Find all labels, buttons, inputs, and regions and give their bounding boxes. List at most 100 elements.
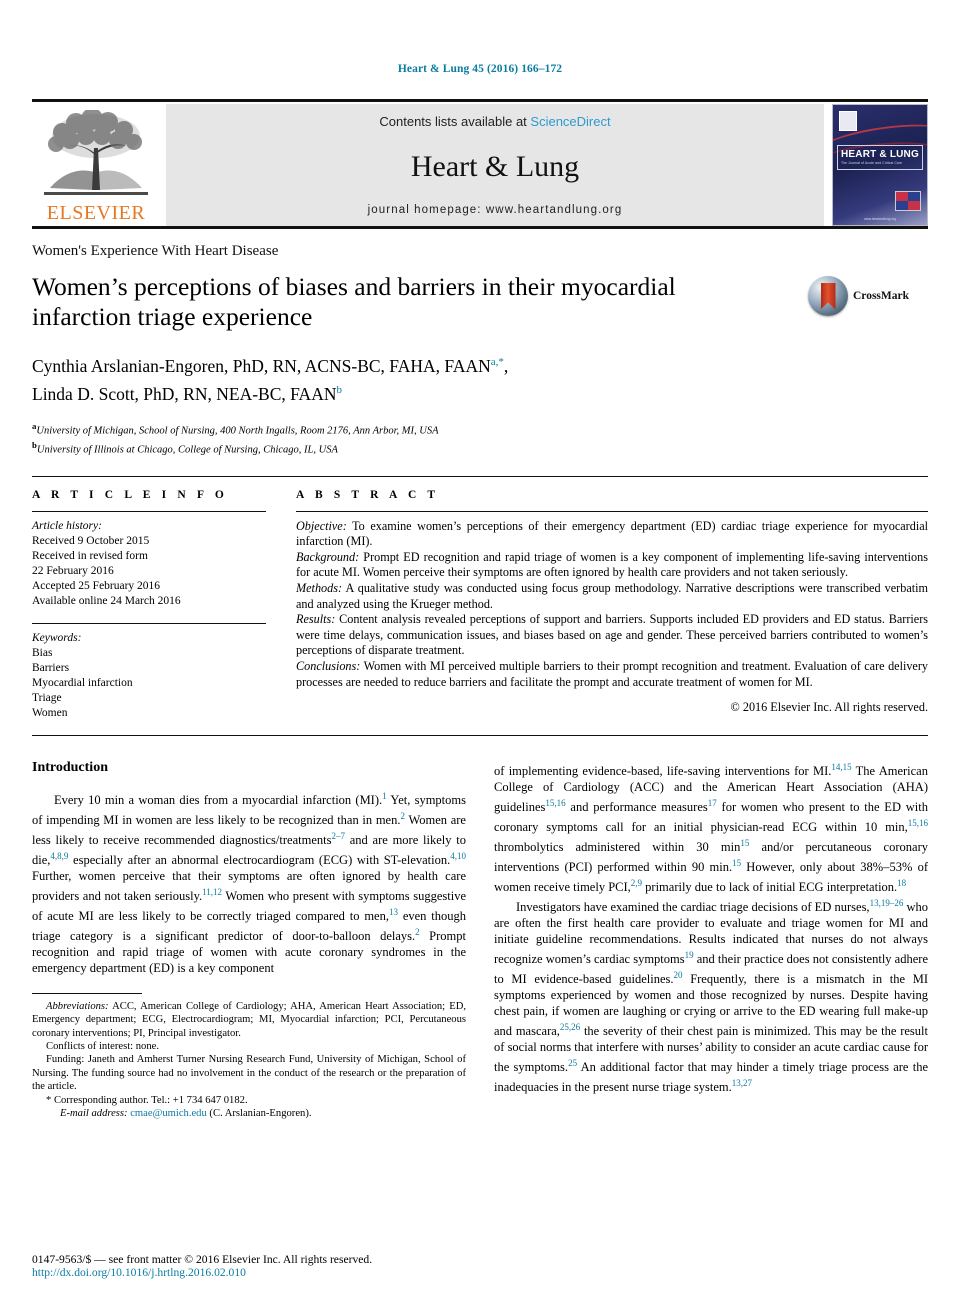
crossmark-label: CrossMark bbox=[853, 290, 910, 302]
keyword-item: Myocardial infarction bbox=[32, 676, 133, 689]
reference-marker[interactable]: 15 bbox=[740, 838, 749, 848]
article-history-title: Article history: bbox=[32, 519, 102, 532]
affiliation-a-text: University of Michigan, School of Nursin… bbox=[36, 425, 439, 437]
crossmark-badge[interactable]: CrossMark bbox=[808, 272, 928, 316]
body-columns: Introduction Every 10 min a woman dies f… bbox=[32, 760, 928, 1121]
info-abstract-band: A R T I C L E I N F O Article history: R… bbox=[32, 475, 928, 736]
keywords-title: Keywords: bbox=[32, 631, 82, 644]
abstract-section: Conclusions: Women with MI perceived mul… bbox=[296, 659, 928, 690]
reference-marker[interactable]: 13,27 bbox=[732, 1078, 752, 1088]
footnote-rule bbox=[32, 992, 142, 994]
abbreviations-label: Abbreviations: bbox=[46, 1000, 109, 1012]
body-paragraph: of implementing evidence-based, life-sav… bbox=[494, 761, 928, 895]
reference-marker[interactable]: 4,8,9 bbox=[50, 851, 68, 861]
keyword-item: Barriers bbox=[32, 661, 70, 674]
author-2-marks: b bbox=[336, 383, 342, 396]
reference-marker[interactable]: 14,15 bbox=[831, 762, 851, 772]
cover-journal-title: HEART & LUNG bbox=[841, 149, 919, 160]
email-label: E-mail address: bbox=[60, 1108, 128, 1120]
affiliation-b-text: University of Illinois at Chicago, Colle… bbox=[36, 444, 338, 456]
footnote-funding: Funding: Janeth and Amherst Turner Nursi… bbox=[32, 1054, 466, 1093]
page-footer: 0147-9563/$ — see front matter © 2016 El… bbox=[32, 1253, 372, 1279]
footnote-abbreviations: Abbreviations: ACC, American College of … bbox=[32, 1000, 466, 1040]
article-section-label: Women's Experience With Heart Disease bbox=[32, 243, 279, 259]
footnote-corresponding: * Corresponding author. Tel.: +1 734 647… bbox=[46, 1094, 248, 1106]
keyword-item: Triage bbox=[32, 691, 62, 704]
article-page: Heart & Lung 45 (2016) 166–172 ELSEVIER … bbox=[0, 0, 960, 1305]
abstract-section-head: Conclusions: bbox=[296, 659, 361, 673]
footnote-email: E-mail address: cmae@umich.edu (C. Arsla… bbox=[32, 1107, 466, 1120]
affiliation-b: bUniversity of Illinois at Chicago, Coll… bbox=[32, 438, 794, 458]
cover-emblem-icon bbox=[895, 191, 921, 211]
abstract-section-head: Methods: bbox=[296, 581, 343, 596]
abstract-section-text: A qualitative study was conducted using … bbox=[296, 581, 928, 611]
reference-marker[interactable]: 17 bbox=[708, 798, 717, 808]
reference-marker[interactable]: 2–7 bbox=[331, 831, 345, 841]
reference-marker[interactable]: 15 bbox=[732, 858, 741, 868]
reference-marker[interactable]: 1 bbox=[382, 791, 387, 801]
body-paragraph: Every 10 min a woman dies from a myocard… bbox=[32, 790, 467, 975]
running-head: Heart & Lung 45 (2016) 166–172 bbox=[397, 63, 563, 75]
keywords-rule bbox=[32, 622, 266, 624]
history-item: Available online 24 March 2016 bbox=[32, 594, 181, 607]
author-1-trailing: , bbox=[503, 355, 509, 376]
abstract-section-head: Objective: bbox=[296, 518, 347, 533]
abstract-section-head: Results: bbox=[296, 612, 336, 627]
author-1-marks: a,* bbox=[490, 356, 504, 368]
abstract-copyright: © 2016 Elsevier Inc. All rights reserved… bbox=[730, 700, 928, 715]
history-item: Received in revised form bbox=[32, 549, 148, 562]
history-item: Accepted 25 February 2016 bbox=[32, 579, 161, 592]
journal-title: Heart & Lung bbox=[410, 149, 580, 183]
author-1: Cynthia Arslanian-Engoren, PhD, RN, ACNS… bbox=[32, 355, 491, 376]
cover-journal-subtitle: The Journal of Acute and Critical Care bbox=[841, 161, 903, 165]
keyword-item: Women bbox=[32, 706, 68, 719]
reference-marker[interactable]: 15,16 bbox=[908, 818, 928, 828]
crossmark-icon bbox=[808, 276, 848, 316]
history-item: 22 February 2016 bbox=[32, 564, 114, 577]
affiliation-a: aUniversity of Michigan, School of Nursi… bbox=[32, 419, 794, 439]
abstract-section-text: To examine women’s perceptions of their … bbox=[296, 518, 928, 549]
reference-marker[interactable]: 4,10 bbox=[450, 851, 466, 861]
article-info-label: A R T I C L E I N F O bbox=[32, 488, 228, 501]
keyword-item: Bias bbox=[32, 646, 53, 659]
history-item: Received 9 October 2015 bbox=[32, 534, 150, 547]
author-2: Linda D. Scott, PhD, RN, NEA-BC, FAAN bbox=[32, 383, 337, 404]
email-suffix: (C. Arslanian-Engoren). bbox=[206, 1108, 312, 1120]
cover-url: www.heartandlung.org bbox=[864, 217, 896, 221]
reference-marker[interactable]: 13 bbox=[389, 907, 398, 917]
abstract-panel: A B S T R A C T Objective: To examine wo… bbox=[282, 477, 928, 735]
abstract-section: Objective: To examine women’s perception… bbox=[296, 519, 928, 550]
reference-marker[interactable]: 15,16 bbox=[545, 798, 565, 808]
body-column-left: Introduction Every 10 min a woman dies f… bbox=[32, 760, 466, 1121]
sciencedirect-link[interactable]: ScienceDirect bbox=[530, 114, 610, 129]
doi-link[interactable]: http://dx.doi.org/10.1016/j.hrtlng.2016.… bbox=[32, 1266, 372, 1279]
journal-masthead: ELSEVIER Contents lists available at Sci… bbox=[32, 99, 928, 229]
reference-marker[interactable]: 19 bbox=[685, 950, 694, 960]
title-block: Women’s perceptions of biases and barrie… bbox=[32, 272, 928, 458]
reference-marker[interactable]: 13,19–26 bbox=[870, 898, 904, 908]
journal-cover-thumbnail: HEART & LUNG The Journal of Acute and Cr… bbox=[832, 104, 928, 226]
reference-marker[interactable]: 20 bbox=[674, 970, 683, 980]
article-info-panel: A R T I C L E I N F O Article history: R… bbox=[32, 477, 282, 735]
footnote-conflicts: Conflicts of interest: none. bbox=[46, 1041, 159, 1053]
journal-homepage-line[interactable]: journal homepage: www.heartandlung.org bbox=[368, 204, 623, 216]
abstract-section-text: Content analysis revealed perceptions of… bbox=[296, 612, 928, 658]
reference-marker[interactable]: 25,26 bbox=[560, 1022, 580, 1032]
cover-title-block: HEART & LUNG The Journal of Acute and Cr… bbox=[837, 145, 923, 170]
reference-marker[interactable]: 2 bbox=[415, 927, 420, 937]
reference-marker[interactable]: 25 bbox=[568, 1058, 577, 1068]
abstract-section-head: Background: bbox=[296, 549, 360, 564]
abstract-section: Background: Prompt ED recognition and ra… bbox=[296, 550, 928, 581]
keywords-block: Keywords: Bias Barriers Myocardial infar… bbox=[32, 622, 266, 721]
reference-marker[interactable]: 2,9 bbox=[631, 878, 642, 888]
elsevier-tree-icon bbox=[44, 110, 148, 195]
contents-prefix: Contents lists available at bbox=[379, 114, 531, 129]
reference-marker[interactable]: 2 bbox=[400, 811, 405, 821]
introduction-heading: Introduction bbox=[32, 759, 108, 775]
abstract-label: A B S T R A C T bbox=[296, 488, 440, 501]
body-column-right: of implementing evidence-based, life-sav… bbox=[494, 760, 928, 1121]
contents-list-line: Contents lists available at ScienceDirec… bbox=[379, 114, 610, 129]
email-link[interactable]: cmae@umich.edu bbox=[130, 1108, 207, 1119]
reference-marker[interactable]: 11,12 bbox=[202, 887, 222, 897]
reference-marker[interactable]: 18 bbox=[897, 878, 906, 888]
